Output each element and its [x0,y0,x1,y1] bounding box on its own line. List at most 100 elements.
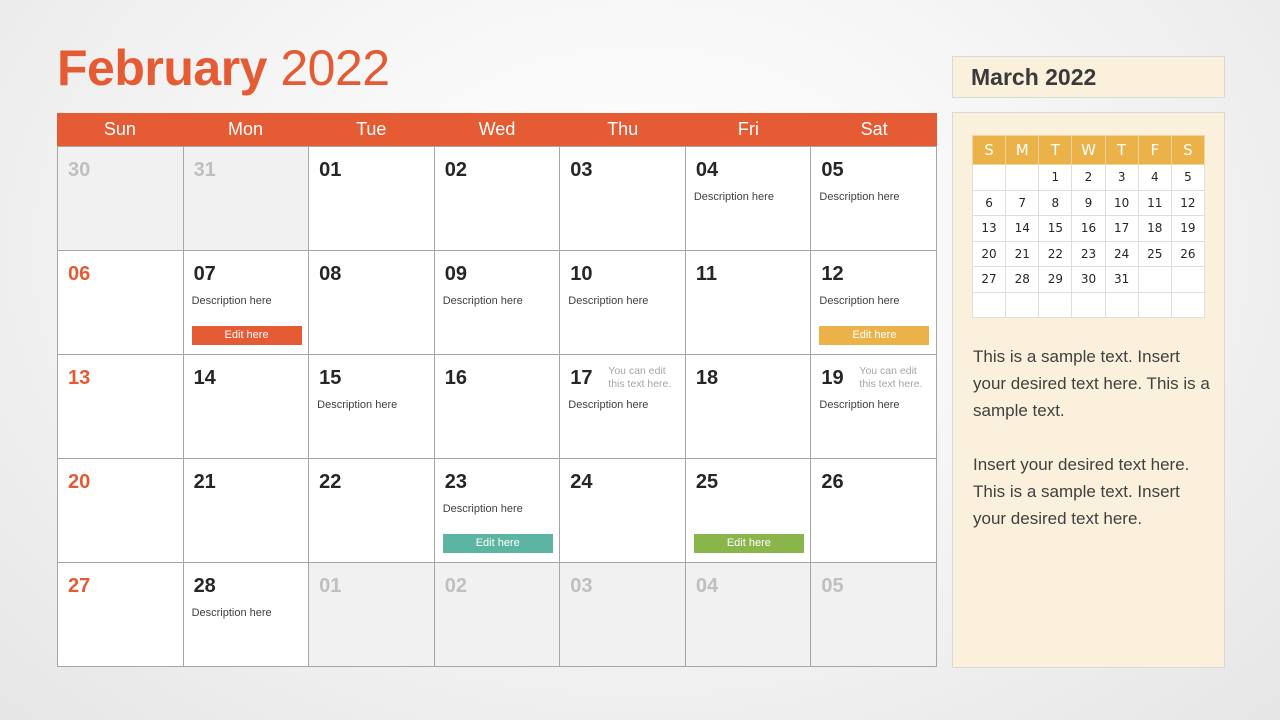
day-cell[interactable]: 24 [560,459,686,563]
day-cell[interactable]: 31 [183,147,310,251]
mini-day[interactable]: 9 [1071,189,1106,216]
day-cell[interactable]: 01 [309,563,435,667]
day-cell[interactable]: 12 Description here Edit here [811,251,937,355]
mini-day[interactable]: 3 [1104,164,1139,191]
day-number: 16 [444,367,467,389]
mini-calendar-header: SMTWTFS [971,135,1206,165]
mini-day[interactable]: 16 [1071,215,1106,242]
day-cell[interactable]: 04 [685,563,812,667]
day-cell[interactable]: 16 [434,355,561,459]
mini-day [1071,291,1106,318]
edit-tag[interactable]: Edit here [442,534,553,553]
day-number: 12 [821,263,844,285]
day-cell[interactable]: 21 [183,459,310,563]
weekday-header: Sun Mon Tue Wed Thu Fri Sat [57,113,937,146]
day-note: You can edit this text here. [859,365,923,390]
day-cell[interactable]: 13 [58,355,184,459]
mini-day[interactable]: 5 [1170,164,1206,191]
day-number: 13 [68,367,91,389]
day-cell[interactable]: 09 Description here [434,251,561,355]
edit-tag[interactable]: Edit here [693,534,804,553]
day-cell[interactable]: 28 Description here [183,563,310,667]
day-cell[interactable]: 03 [560,563,686,667]
day-cell[interactable]: 07 Description here Edit here [183,251,310,355]
day-cell[interactable]: 26 [811,459,937,563]
mini-week-row: 13 14 15 16 17 18 19 [971,215,1206,242]
day-cell[interactable]: 22 [309,459,435,563]
edit-tag[interactable]: Edit here [819,326,930,345]
mini-day[interactable]: 4 [1137,164,1172,191]
day-number: 01 [319,159,342,181]
mini-weekday: F [1137,135,1172,165]
title-month: February [57,40,267,96]
sidebar-panel: SMTWTFS 1 2 3 4 5 6 7 8 9 10 11 12 13 14 15 16 17 18 19 20 2… [952,112,1225,668]
mini-day[interactable]: 13 [971,215,1007,242]
day-cell[interactable]: 05 Description here [811,147,937,251]
mini-day[interactable]: 20 [971,240,1007,267]
mini-day[interactable]: 10 [1104,189,1139,216]
mini-day[interactable]: 27 [971,266,1007,293]
mini-day[interactable]: 6 [971,189,1007,216]
day-cell[interactable]: 14 [183,355,310,459]
day-cell[interactable]: 18 [685,355,812,459]
day-cell[interactable]: 02 [434,563,561,667]
day-cell[interactable]: 11 [685,251,812,355]
mini-day[interactable]: 14 [1005,215,1040,242]
mini-weekday: T [1104,135,1139,165]
mini-day[interactable]: 24 [1104,240,1139,267]
mini-day[interactable]: 12 [1170,189,1206,216]
mini-day[interactable]: 15 [1038,215,1073,242]
day-number: 22 [319,471,342,493]
edit-tag[interactable]: Edit here [191,326,302,345]
day-cell[interactable]: 20 [58,459,184,563]
weekday-sat: Sat [860,119,888,139]
day-cell[interactable]: 27 [58,563,184,667]
day-number: 02 [444,159,467,181]
mini-day[interactable]: 18 [1137,215,1172,242]
mini-day[interactable]: 11 [1137,189,1172,216]
mini-day[interactable]: 26 [1170,240,1206,267]
mini-day[interactable]: 25 [1137,240,1172,267]
sidebar-paragraph: Insert your desired text here. This is a… [973,455,1190,528]
february-calendar: Sun Mon Tue Wed Thu Fri Sat 30 31 01 02 03 04… [57,113,937,667]
mini-day[interactable]: 22 [1038,240,1073,267]
day-cell[interactable]: 08 [309,251,435,355]
mini-day[interactable]: 17 [1104,215,1139,242]
mini-day[interactable]: 30 [1071,266,1106,293]
day-cell[interactable]: 02 [434,147,561,251]
day-cell[interactable]: 19 You can edit this text here. Descriptio… [811,355,937,459]
mini-day[interactable]: 23 [1071,240,1106,267]
day-number: 21 [193,471,216,493]
day-cell[interactable]: 06 [58,251,184,355]
weekday-tue: Tue [356,119,387,139]
day-cell[interactable]: 25 Edit here [685,459,812,563]
mini-day[interactable]: 2 [1071,164,1106,191]
mini-day[interactable]: 19 [1170,215,1206,242]
day-number: 25 [695,471,719,493]
day-description: Description here [819,295,900,307]
day-number: 06 [68,263,91,285]
day-cell[interactable]: 05 [811,563,937,667]
day-grid: 30 31 01 02 03 04 Description here 05 Descriptio… [57,146,937,667]
mini-day[interactable]: 21 [1005,240,1040,267]
mini-weekday: S [971,135,1007,165]
mini-day[interactable]: 8 [1038,189,1073,216]
day-number: 10 [570,263,593,285]
mini-day[interactable]: 1 [1038,164,1073,191]
mini-day[interactable]: 29 [1038,266,1073,293]
day-cell[interactable]: 03 [560,147,686,251]
day-cell[interactable]: 10 Description here [560,251,686,355]
mini-day[interactable]: 28 [1005,266,1040,293]
day-cell[interactable]: 01 [309,147,435,251]
mini-day [971,164,1007,191]
day-cell[interactable]: 15 Description here [309,355,435,459]
mini-day[interactable]: 31 [1104,266,1139,293]
day-number: 26 [821,471,844,493]
day-cell[interactable]: 17 You can edit this text here. Descriptio… [560,355,686,459]
day-cell[interactable]: 04 Description here [685,147,812,251]
day-number: 20 [68,471,91,493]
day-number: 31 [193,159,216,181]
day-cell[interactable]: 23 Description here Edit here [434,459,561,563]
mini-day[interactable]: 7 [1005,189,1040,216]
day-cell[interactable]: 30 [58,147,184,251]
